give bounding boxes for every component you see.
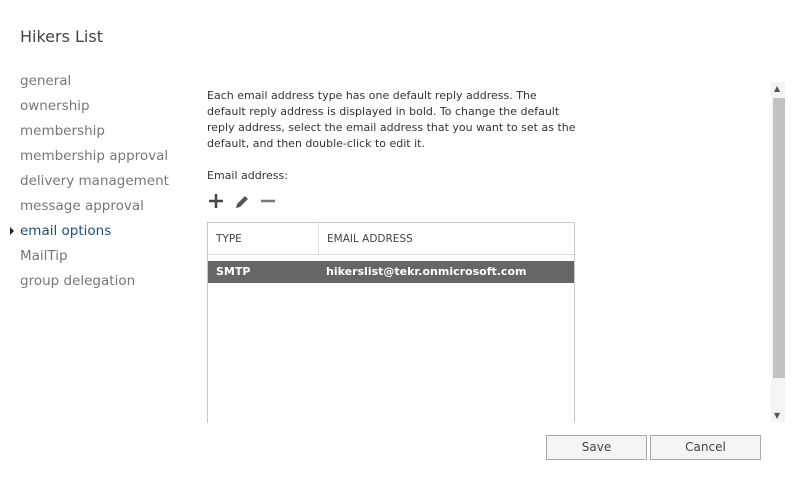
sidebar-nav: general ownership membership membership … [10, 71, 169, 296]
nav-message-approval[interactable]: message approval [20, 196, 169, 221]
nav-general[interactable]: general [20, 71, 169, 96]
description-text: Each email address type has one default … [207, 89, 576, 150]
column-header-email-address[interactable]: EMAIL ADDRESS [319, 223, 421, 254]
cell-address: hikerslist@tekr.onmicrosoft.com [326, 265, 527, 278]
nav-membership[interactable]: membership [20, 121, 169, 146]
scroll-up-icon[interactable]: ▲ [774, 84, 780, 93]
edit-pencil-icon[interactable] [233, 192, 251, 210]
column-header-type[interactable]: TYPE [208, 223, 319, 254]
table-row[interactable]: SMTP hikerslist@tekr.onmicrosoft.com [208, 261, 574, 283]
cell-type: SMTP [216, 265, 251, 278]
nav-group-delegation[interactable]: group delegation [20, 271, 169, 296]
nav-email-options[interactable]: email options [10, 221, 169, 246]
email-toolbar [207, 192, 277, 210]
save-button[interactable]: Save [546, 435, 647, 460]
scrollbar[interactable]: ▲ ▼ [771, 82, 785, 422]
nav-delivery-management[interactable]: delivery management [20, 171, 169, 196]
nav-membership-approval[interactable]: membership approval [20, 146, 169, 171]
nav-ownership[interactable]: ownership [20, 96, 169, 121]
scrollbar-thumb[interactable] [773, 98, 785, 378]
table-header: TYPE EMAIL ADDRESS [208, 223, 574, 255]
scroll-down-icon[interactable]: ▼ [774, 411, 780, 420]
remove-icon[interactable] [259, 192, 277, 210]
add-icon[interactable] [207, 192, 225, 210]
page-title: Hikers List [20, 27, 103, 46]
nav-mailtip[interactable]: MailTip [20, 246, 169, 271]
cancel-button[interactable]: Cancel [650, 435, 761, 460]
email-address-table: TYPE EMAIL ADDRESS SMTP hikerslist@tekr.… [207, 222, 575, 423]
email-address-label: Email address: [207, 169, 288, 182]
